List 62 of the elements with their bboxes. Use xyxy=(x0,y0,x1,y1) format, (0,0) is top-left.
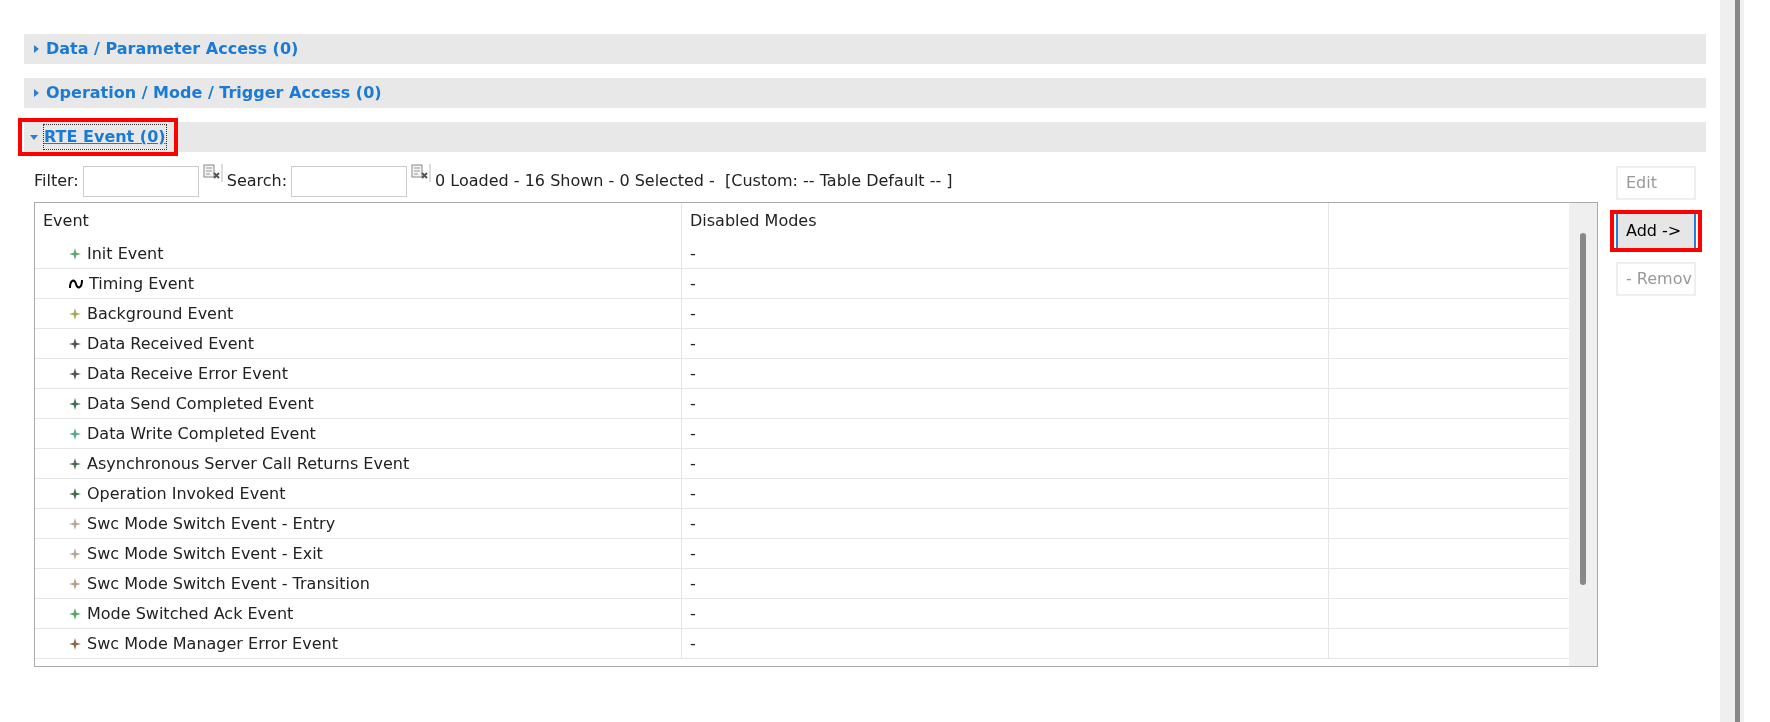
event-name: Init Event xyxy=(87,242,164,265)
column-header[interactable]: Disabled Modes xyxy=(682,203,1329,239)
table-cell: - xyxy=(682,509,1329,538)
section-header[interactable]: Data / Parameter Access (0) xyxy=(24,34,1706,64)
event-name: Data Receive Error Event xyxy=(87,362,288,385)
collapsed-arrow-icon[interactable] xyxy=(32,45,40,53)
search-label: Search: xyxy=(226,170,288,192)
section-title[interactable]: Data / Parameter Access (0) xyxy=(46,37,299,61)
event-name: Mode Switched Ack Event xyxy=(87,602,294,625)
table-cell[interactable]: Swc Mode Switch Event - Exit xyxy=(35,539,682,568)
table-cell[interactable]: Operation Invoked Event xyxy=(35,479,682,508)
table-cell[interactable]: Data Write Completed Event xyxy=(35,419,682,448)
table-cell[interactable]: Background Event xyxy=(35,299,682,328)
table-cell: - xyxy=(682,539,1329,568)
table-cell: - xyxy=(682,269,1329,298)
table-cell[interactable]: Swc Mode Switch Event - Transition xyxy=(35,569,682,598)
section-title[interactable]: Operation / Mode / Trigger Access (0) xyxy=(46,81,382,105)
clear-filter-icon[interactable] xyxy=(202,164,223,182)
table-cell[interactable]: Init Event xyxy=(35,239,682,268)
event-name: Data Received Event xyxy=(87,332,254,355)
section-header[interactable]: Operation / Mode / Trigger Access (0) xyxy=(24,78,1706,108)
scrollbar[interactable] xyxy=(1569,203,1597,666)
event-name: Timing Event xyxy=(89,272,194,295)
table-cell[interactable]: Timing Event xyxy=(35,269,682,298)
status-text: 0 Loaded - 16 Shown - 0 Selected - [Custom: -- Table Default -- ] xyxy=(435,170,953,192)
event-name: Swc Mode Switch Event - Exit xyxy=(87,542,323,565)
table-cell: - xyxy=(682,419,1329,448)
table-cell: - xyxy=(682,329,1329,358)
filter-label: Filter: xyxy=(34,170,79,192)
table-cell: - xyxy=(682,629,1329,658)
search-field[interactable] xyxy=(291,165,408,197)
table-cell: - xyxy=(682,239,1329,268)
section-title[interactable]: RTE Event (0) xyxy=(44,125,166,149)
table-cell[interactable]: Swc Mode Manager Error Event xyxy=(35,629,682,658)
table-cell[interactable]: Data Receive Error Event xyxy=(35,359,682,388)
page-scrollbar[interactable] xyxy=(1720,0,1744,722)
table-cell[interactable]: Data Received Event xyxy=(35,329,682,358)
table-cell[interactable]: Asynchronous Server Call Returns Event xyxy=(35,449,682,478)
table-cell[interactable]: Swc Mode Switch Event - Entry xyxy=(35,509,682,538)
table-cell: - xyxy=(682,449,1329,478)
table-cell: - xyxy=(682,389,1329,418)
event-name: Swc Mode Switch Event - Entry xyxy=(87,512,336,535)
table-cell: - xyxy=(682,479,1329,508)
table-cell: - xyxy=(682,299,1329,328)
table-cell: - xyxy=(682,359,1329,388)
event-name: Swc Mode Switch Event - Transition xyxy=(87,572,370,595)
event-name: Operation Invoked Event xyxy=(87,482,286,505)
filter-field[interactable] xyxy=(82,165,199,197)
clear-filter-icon[interactable] xyxy=(411,164,432,182)
table-cell: - xyxy=(682,569,1329,598)
event-name: Data Send Completed Event xyxy=(87,392,314,415)
event-name: Data Write Completed Event xyxy=(87,422,316,445)
column-header[interactable]: Event xyxy=(35,203,682,239)
event-name: Asynchronous Server Call Returns Event xyxy=(87,452,410,475)
table-cell[interactable]: Mode Switched Ack Event xyxy=(35,599,682,628)
event-name: Swc Mode Manager Error Event xyxy=(87,632,338,655)
collapsed-arrow-icon[interactable] xyxy=(32,89,40,97)
table-cell: - xyxy=(682,599,1329,628)
table-cell[interactable]: Data Send Completed Event xyxy=(35,389,682,418)
expanded-arrow-icon[interactable] xyxy=(30,133,38,141)
action-button[interactable]: Add -> xyxy=(1616,214,1696,248)
event-name: Background Event xyxy=(87,302,234,325)
